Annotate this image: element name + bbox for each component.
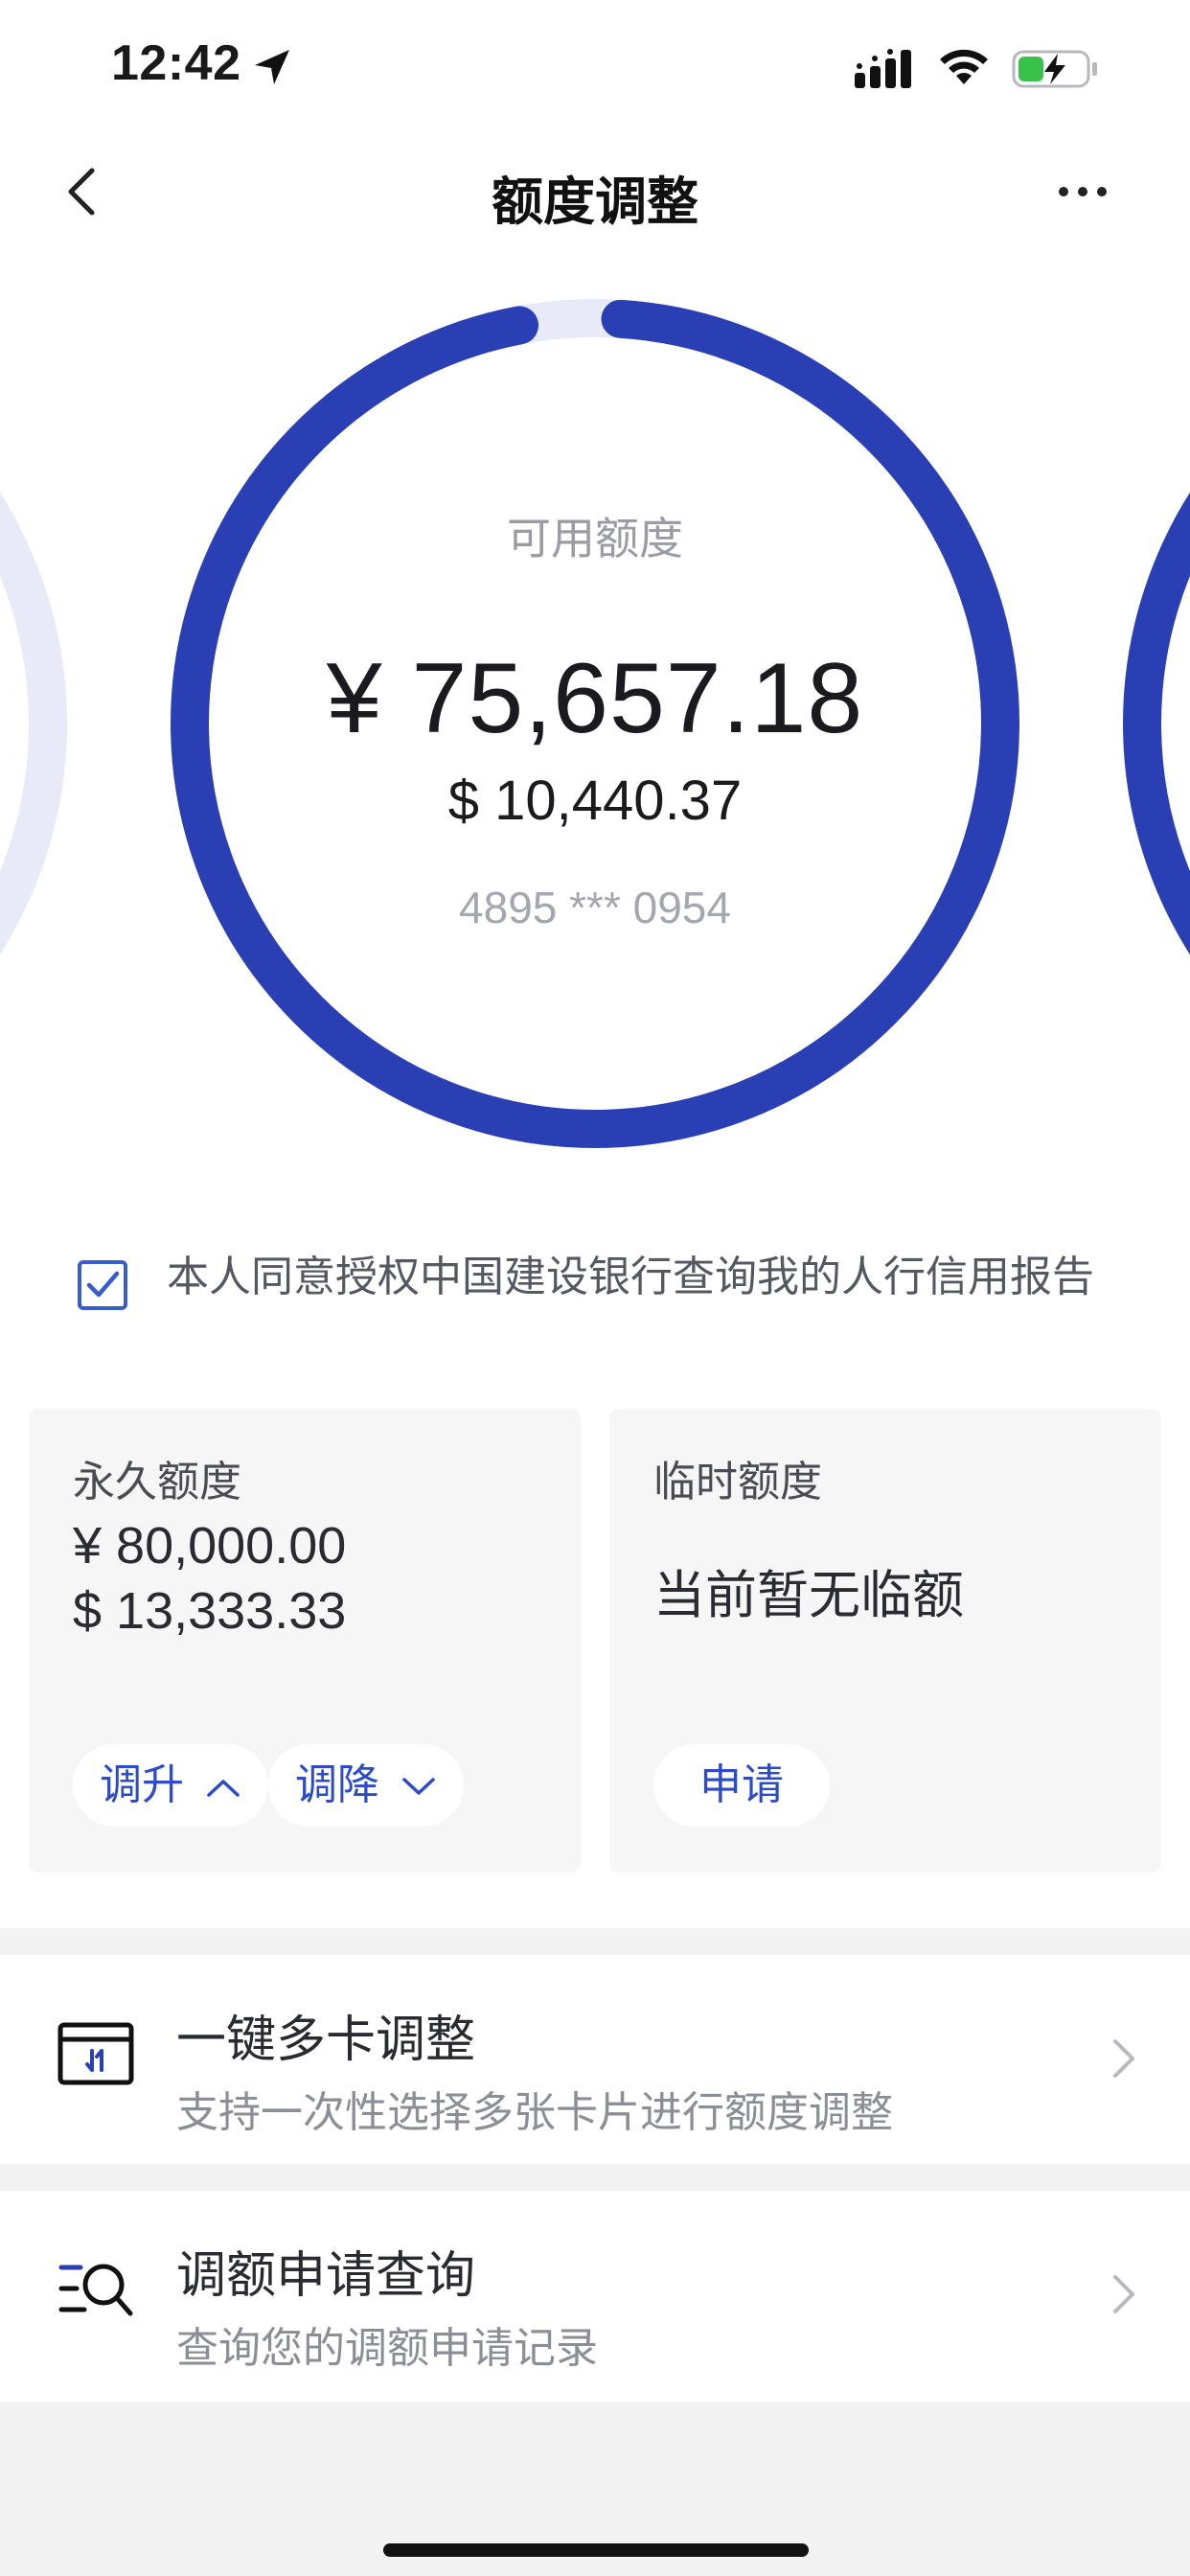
section-divider <box>0 2164 1190 2191</box>
prev-card-ring[interactable] <box>0 311 67 1136</box>
decrease-quota-label: 调降 <box>295 1760 379 1809</box>
increase-quota-label: 调升 <box>100 1760 184 1809</box>
section-divider <box>0 1928 1190 1955</box>
quota-application-query-title: 调额申请查询 <box>176 2247 476 2305</box>
available-credit-label: 可用额度 <box>507 513 683 564</box>
apply-temporary-quota-button[interactable]: 申请 <box>653 1744 830 1827</box>
available-credit-usd: $ 10,440.37 <box>447 770 743 832</box>
app-screen: 12:42 额度调整 可用额度 ¥ 75,657.18 $ 10,440.37 … <box>0 0 1190 2576</box>
battery-charging-icon <box>1012 50 1097 88</box>
more-options-icon[interactable] <box>1054 172 1111 211</box>
temporary-quota-card: 临时额度 当前暂无临额 申请 <box>609 1409 1161 1873</box>
consent-text: 本人同意授权中国建设银行查询我的人行信用报告 <box>167 1253 1094 1301</box>
quota-application-query-subtitle: 查询您的调额申请记录 <box>176 2324 598 2373</box>
multi-card-adjust-title: 一键多卡调整 <box>176 2012 476 2069</box>
permanent-quota-cny: ¥ 80,000.00 <box>73 1517 347 1575</box>
wifi-icon <box>940 49 988 84</box>
permanent-quota-card: 永久额度 ¥ 80,000.00 $ 13,333.33 调升 调降 <box>29 1409 581 1873</box>
navigation-bar: 额度调整 <box>0 134 1190 249</box>
card-adjust-icon <box>57 2022 134 2085</box>
permanent-quota-usd: $ 13,333.33 <box>73 1582 347 1640</box>
permanent-quota-title: 永久额度 <box>73 1458 241 1506</box>
chevron-right-icon <box>1113 2039 1134 2078</box>
search-list-icon <box>58 2264 133 2316</box>
status-bar: 12:42 <box>0 0 1190 134</box>
multi-card-adjust-item[interactable]: 一键多卡调整 支持一次性选择多张卡片进行额度调整 <box>0 1955 1190 2164</box>
checkbox-checked-icon[interactable] <box>77 1259 128 1311</box>
chevron-down-icon <box>402 1778 435 1795</box>
status-time: 12:42 <box>111 35 241 91</box>
card-number: 4895 *** 0954 <box>459 883 731 932</box>
available-credit-cny: ¥ 75,657.18 <box>326 643 864 754</box>
bottom-area <box>0 2402 1190 2576</box>
chevron-right-icon <box>1113 2275 1134 2313</box>
temporary-quota-status: 当前暂无临额 <box>653 1565 964 1625</box>
chevron-up-icon <box>207 1780 240 1797</box>
cellular-signal-icon <box>855 49 911 88</box>
location-arrow-icon <box>255 50 289 84</box>
page-title: 额度调整 <box>492 172 698 232</box>
temporary-quota-title: 临时额度 <box>653 1458 822 1506</box>
decrease-quota-button[interactable]: 调降 <box>268 1744 464 1827</box>
increase-quota-button[interactable]: 调升 <box>73 1744 268 1827</box>
next-card-ring[interactable] <box>1123 311 1190 1136</box>
home-indicator[interactable] <box>383 2543 809 2557</box>
available-credit-panel: 可用额度 ¥ 75,657.18 $ 10,440.37 4895 *** 09… <box>212 288 978 1150</box>
quota-application-query-item[interactable]: 调额申请查询 查询您的调额申请记录 <box>0 2191 1190 2400</box>
multi-card-adjust-subtitle: 支持一次性选择多张卡片进行额度调整 <box>176 2088 893 2137</box>
